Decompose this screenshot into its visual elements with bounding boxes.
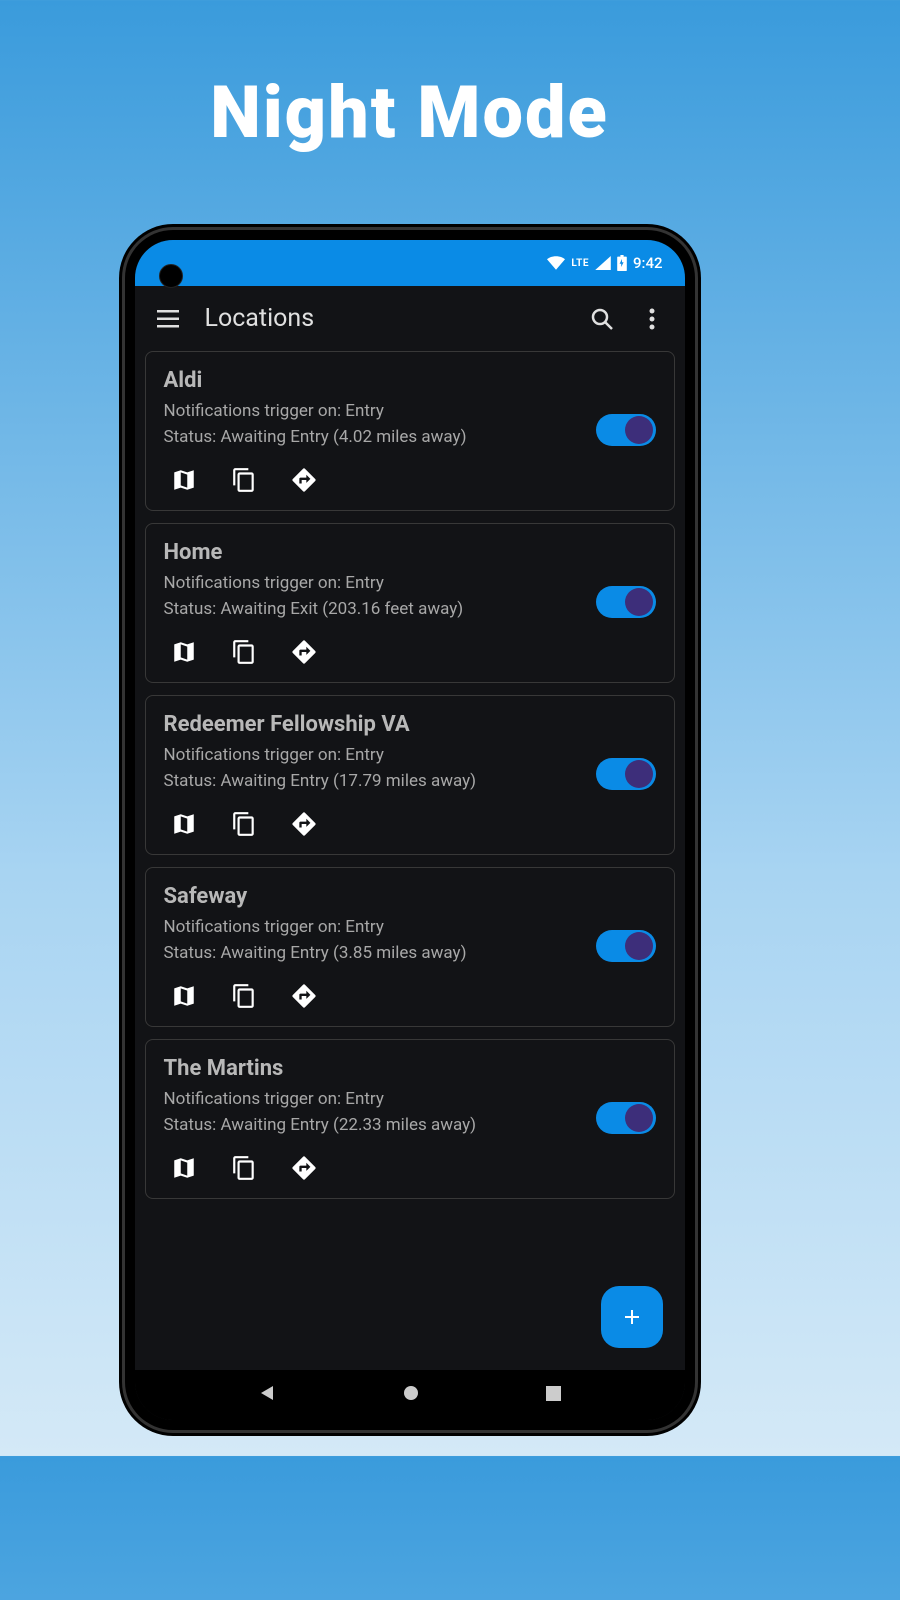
copy-button[interactable]	[230, 810, 258, 838]
enable-toggle[interactable]	[596, 586, 656, 618]
search-icon	[590, 307, 614, 331]
directions-icon	[290, 982, 318, 1010]
card-actions	[164, 810, 656, 838]
app-bar: Locations	[135, 286, 685, 351]
location-trigger: Notifications trigger on: Entry	[164, 399, 656, 425]
directions-button[interactable]	[290, 810, 318, 838]
add-location-button[interactable]	[601, 1286, 663, 1348]
clock: 9:42	[633, 254, 663, 272]
map-button[interactable]	[170, 982, 198, 1010]
signal-icon	[595, 256, 611, 270]
location-card[interactable]: The Martins Notifications trigger on: En…	[145, 1039, 675, 1199]
location-trigger: Notifications trigger on: Entry	[164, 915, 656, 941]
location-trigger: Notifications trigger on: Entry	[164, 743, 656, 769]
status-bar: LTE 9:42	[135, 240, 685, 286]
location-status: Status: Awaiting Entry (3.85 miles away)	[164, 941, 656, 967]
directions-icon	[290, 638, 318, 666]
location-status: Status: Awaiting Entry (22.33 miles away…	[164, 1113, 656, 1139]
home-circle-icon	[403, 1385, 419, 1401]
menu-button[interactable]	[155, 306, 181, 332]
camera-hole	[159, 264, 183, 288]
copy-icon	[231, 983, 257, 1009]
copy-icon	[231, 639, 257, 665]
location-card[interactable]: Redeemer Fellowship VA Notifications tri…	[145, 695, 675, 855]
more-button[interactable]	[639, 306, 665, 332]
toggle-thumb	[625, 416, 653, 444]
search-button[interactable]	[589, 306, 615, 332]
directions-icon	[290, 810, 318, 838]
map-icon	[171, 639, 197, 665]
toggle-thumb	[625, 760, 653, 788]
location-trigger: Notifications trigger on: Entry	[164, 1087, 656, 1113]
card-actions	[164, 638, 656, 666]
recent-square-icon	[546, 1386, 561, 1401]
map-button[interactable]	[170, 1154, 198, 1182]
battery-icon	[617, 255, 627, 271]
location-trigger: Notifications trigger on: Entry	[164, 571, 656, 597]
enable-toggle[interactable]	[596, 1102, 656, 1134]
copy-button[interactable]	[230, 1154, 258, 1182]
map-button[interactable]	[170, 638, 198, 666]
location-status: Status: Awaiting Entry (4.02 miles away)	[164, 425, 656, 451]
phone-frame: LTE 9:42 Locations Aldi	[125, 230, 695, 1430]
map-icon	[171, 811, 197, 837]
copy-icon	[231, 811, 257, 837]
copy-button[interactable]	[230, 466, 258, 494]
location-card[interactable]: Aldi Notifications trigger on: Entry Sta…	[145, 351, 675, 511]
location-name: Home	[164, 540, 656, 565]
location-card[interactable]: Home Notifications trigger on: Entry Sta…	[145, 523, 675, 683]
directions-button[interactable]	[290, 982, 318, 1010]
hamburger-icon	[157, 310, 179, 328]
directions-icon	[290, 1154, 318, 1182]
nav-home-button[interactable]	[403, 1385, 419, 1405]
card-actions	[164, 466, 656, 494]
copy-icon	[231, 1155, 257, 1181]
directions-button[interactable]	[290, 638, 318, 666]
nav-back-button[interactable]	[258, 1384, 276, 1406]
directions-icon	[290, 466, 318, 494]
map-icon	[171, 983, 197, 1009]
back-triangle-icon	[258, 1384, 276, 1402]
enable-toggle[interactable]	[596, 930, 656, 962]
enable-toggle[interactable]	[596, 758, 656, 790]
location-card[interactable]: Safeway Notifications trigger on: Entry …	[145, 867, 675, 1027]
directions-button[interactable]	[290, 466, 318, 494]
location-name: Safeway	[164, 884, 656, 909]
copy-button[interactable]	[230, 638, 258, 666]
wifi-icon	[547, 256, 565, 270]
enable-toggle[interactable]	[596, 414, 656, 446]
toggle-thumb	[625, 932, 653, 960]
location-status: Status: Awaiting Entry (17.79 miles away…	[164, 769, 656, 795]
system-nav-bar	[135, 1370, 685, 1420]
location-name: Redeemer Fellowship VA	[164, 712, 656, 737]
map-icon	[171, 467, 197, 493]
nav-recent-button[interactable]	[546, 1386, 561, 1405]
copy-button[interactable]	[230, 982, 258, 1010]
toggle-thumb	[625, 588, 653, 616]
app-container: Locations Aldi Notifications trigger on:…	[135, 286, 685, 1420]
copy-icon	[231, 467, 257, 493]
location-name: The Martins	[164, 1056, 656, 1081]
map-icon	[171, 1155, 197, 1181]
card-actions	[164, 982, 656, 1010]
card-actions	[164, 1154, 656, 1182]
location-status: Status: Awaiting Exit (203.16 feet away)	[164, 597, 656, 623]
more-vert-icon	[649, 308, 655, 330]
toggle-thumb	[625, 1104, 653, 1132]
marketing-title: Night Mode	[0, 0, 819, 155]
directions-button[interactable]	[290, 1154, 318, 1182]
phone-screen: LTE 9:42 Locations Aldi	[135, 240, 685, 1420]
page-title: Locations	[205, 304, 565, 333]
locations-list: Aldi Notifications trigger on: Entry Sta…	[135, 351, 685, 1420]
network-label: LTE	[571, 258, 589, 269]
map-button[interactable]	[170, 466, 198, 494]
plus-icon	[620, 1305, 644, 1329]
map-button[interactable]	[170, 810, 198, 838]
location-name: Aldi	[164, 368, 656, 393]
